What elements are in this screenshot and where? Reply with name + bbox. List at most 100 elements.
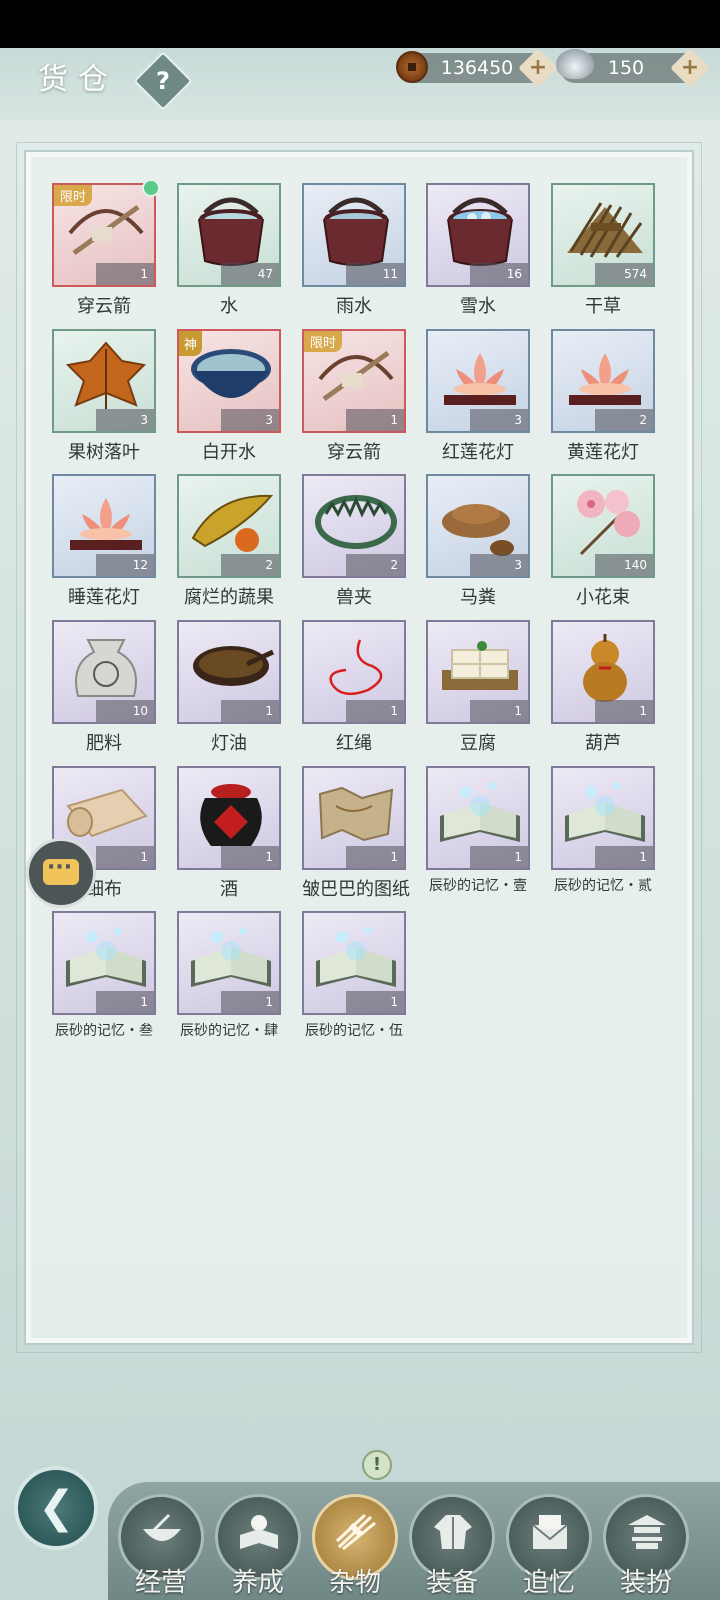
inventory-item[interactable]: 3 红莲花灯 bbox=[426, 329, 530, 464]
item-tile[interactable]: 140 bbox=[551, 474, 655, 578]
inventory-item[interactable]: 1 辰砂的记忆・肆 bbox=[177, 911, 281, 1040]
item-name: 辰砂的记忆・壹 bbox=[429, 878, 527, 894]
item-name: 穿云箭 bbox=[77, 296, 131, 317]
nav-label: 追忆 bbox=[522, 1568, 575, 1598]
inventory-item[interactable]: 限时 1 穿云箭 bbox=[302, 329, 406, 464]
inventory-item[interactable]: 1酒 bbox=[177, 766, 281, 901]
item-tile[interactable]: 10 bbox=[52, 620, 156, 724]
page-title: 货仓 bbox=[38, 62, 118, 97]
inventory-item[interactable]: 140 小花束 bbox=[551, 474, 655, 609]
item-tile[interactable]: 神3 bbox=[177, 329, 281, 433]
add-silver-button[interactable]: + bbox=[670, 48, 710, 88]
inventory-item[interactable]: 限时 1 穿云箭 bbox=[52, 179, 160, 318]
item-count: 11 bbox=[346, 263, 404, 285]
item-count: 2 bbox=[595, 409, 653, 431]
item-tile[interactable]: 3 bbox=[426, 474, 530, 578]
item-count: 10 bbox=[96, 700, 154, 722]
item-tile[interactable]: 1 bbox=[177, 620, 281, 724]
item-count: 1 bbox=[221, 991, 279, 1013]
item-name: 干草 bbox=[585, 296, 621, 317]
back-arrow-icon: ❮ bbox=[38, 1482, 75, 1533]
item-count: 1 bbox=[595, 846, 653, 868]
item-count: 2 bbox=[221, 554, 279, 576]
item-name: 皱巴巴的图纸 bbox=[302, 879, 410, 900]
item-tile[interactable]: 574 bbox=[551, 183, 655, 287]
item-count: 1 bbox=[470, 846, 528, 868]
inventory-item[interactable]: 1 辰砂的记忆・贰 bbox=[551, 766, 655, 895]
item-tile[interactable]: 2 bbox=[302, 474, 406, 578]
inventory-item[interactable]: 3 果树落叶 bbox=[52, 329, 156, 464]
inventory-item[interactable]: 47 水 bbox=[177, 183, 281, 318]
plus-icon: + bbox=[680, 55, 700, 80]
item-tile[interactable]: 2 bbox=[177, 474, 281, 578]
item-badge: 神 bbox=[179, 331, 203, 356]
item-tile[interactable]: 47 bbox=[177, 183, 281, 287]
inventory-item[interactable]: 1 灯油 bbox=[177, 620, 281, 755]
item-count: 1 bbox=[96, 263, 154, 285]
item-count: 1 bbox=[221, 700, 279, 722]
item-name: 雨水 bbox=[336, 296, 372, 317]
inventory-item[interactable]: 1 豆腐 bbox=[426, 620, 530, 755]
item-tile[interactable]: 3 bbox=[426, 329, 530, 433]
item-count: 1 bbox=[221, 846, 279, 868]
item-name: 葫芦 bbox=[585, 733, 621, 754]
item-tile[interactable]: 3 bbox=[52, 329, 156, 433]
item-tile[interactable]: 16 bbox=[426, 183, 530, 287]
add-coins-button[interactable]: + bbox=[518, 48, 558, 88]
item-tile[interactable]: 限时 1 bbox=[52, 179, 160, 287]
inventory-item[interactable]: 11 雨水 bbox=[302, 183, 406, 318]
inventory-item[interactable]: 16 雪水 bbox=[426, 183, 530, 318]
item-count: 1 bbox=[346, 991, 404, 1013]
item-tile[interactable]: 11 bbox=[302, 183, 406, 287]
item-tile[interactable]: 限时 1 bbox=[302, 329, 406, 433]
item-badge: 限时 bbox=[54, 185, 93, 206]
item-tile[interactable]: 1 bbox=[177, 766, 281, 870]
nav-label: 杂物 bbox=[328, 1568, 381, 1598]
inventory-item[interactable]: 1 皱巴巴的图纸 bbox=[302, 766, 410, 901]
item-tile[interactable]: 1 bbox=[426, 766, 530, 870]
item-tile[interactable]: 1 bbox=[551, 766, 655, 870]
item-name: 马粪 bbox=[460, 587, 496, 608]
item-name: 雪水 bbox=[460, 296, 496, 317]
item-tile[interactable]: 1 bbox=[302, 911, 406, 1015]
item-name: 兽夹 bbox=[336, 587, 372, 608]
item-count: 1 bbox=[346, 409, 404, 431]
item-tile[interactable]: 1 bbox=[302, 620, 406, 724]
item-count: 3 bbox=[470, 409, 528, 431]
inventory-item[interactable]: 1 红绳 bbox=[302, 620, 406, 755]
inventory-item[interactable]: 1 葫芦 bbox=[551, 620, 655, 755]
silver-ingot-icon bbox=[556, 49, 594, 79]
inventory-item[interactable]: 1 辰砂的记忆・伍 bbox=[302, 911, 406, 1040]
chat-button[interactable] bbox=[26, 838, 96, 908]
inventory-item[interactable]: 2 腐烂的蔬果 bbox=[177, 474, 281, 609]
inventory-item[interactable]: 神 3 白开水 bbox=[177, 329, 281, 464]
item-tile[interactable]: 12 bbox=[52, 474, 156, 578]
inventory-item[interactable]: 1 辰砂的记忆・叁 bbox=[52, 911, 156, 1040]
item-name: 穿云箭 bbox=[327, 442, 381, 463]
back-button[interactable]: ❮ bbox=[14, 1466, 98, 1550]
nav-label: 装备 bbox=[425, 1568, 478, 1598]
nav-label: 经营 bbox=[134, 1568, 187, 1598]
item-tile[interactable]: 1 bbox=[52, 911, 156, 1015]
inventory-item[interactable]: 1 辰砂的记忆・壹 bbox=[426, 766, 530, 895]
item-tile[interactable]: 1 bbox=[302, 766, 406, 870]
item-count: 12 bbox=[96, 554, 154, 576]
item-tile[interactable]: 1 bbox=[551, 620, 655, 724]
item-tile[interactable]: 1 bbox=[426, 620, 530, 724]
new-indicator-dot bbox=[142, 179, 160, 197]
inventory-item[interactable]: 2 兽夹 bbox=[302, 474, 406, 609]
item-tile[interactable]: 2 bbox=[551, 329, 655, 433]
inventory-item[interactable]: 12 睡莲花灯 bbox=[52, 474, 156, 609]
inventory-item[interactable]: 10 肥料 bbox=[52, 620, 156, 755]
item-name: 辰砂的记忆・肆 bbox=[180, 1023, 278, 1039]
item-name: 辰砂的记忆・贰 bbox=[554, 878, 652, 894]
item-badge: 限时 bbox=[304, 331, 343, 352]
item-tile[interactable]: 1 bbox=[177, 911, 281, 1015]
item-count: 574 bbox=[595, 263, 653, 285]
silver-value: 150 bbox=[607, 57, 645, 79]
inventory-item[interactable]: 2 黄莲花灯 bbox=[551, 329, 655, 464]
item-count: 1 bbox=[346, 846, 404, 868]
inventory-item[interactable]: 3 马粪 bbox=[426, 474, 530, 609]
inventory-item[interactable]: 574 干草 bbox=[551, 183, 655, 318]
item-count: 47 bbox=[221, 263, 279, 285]
